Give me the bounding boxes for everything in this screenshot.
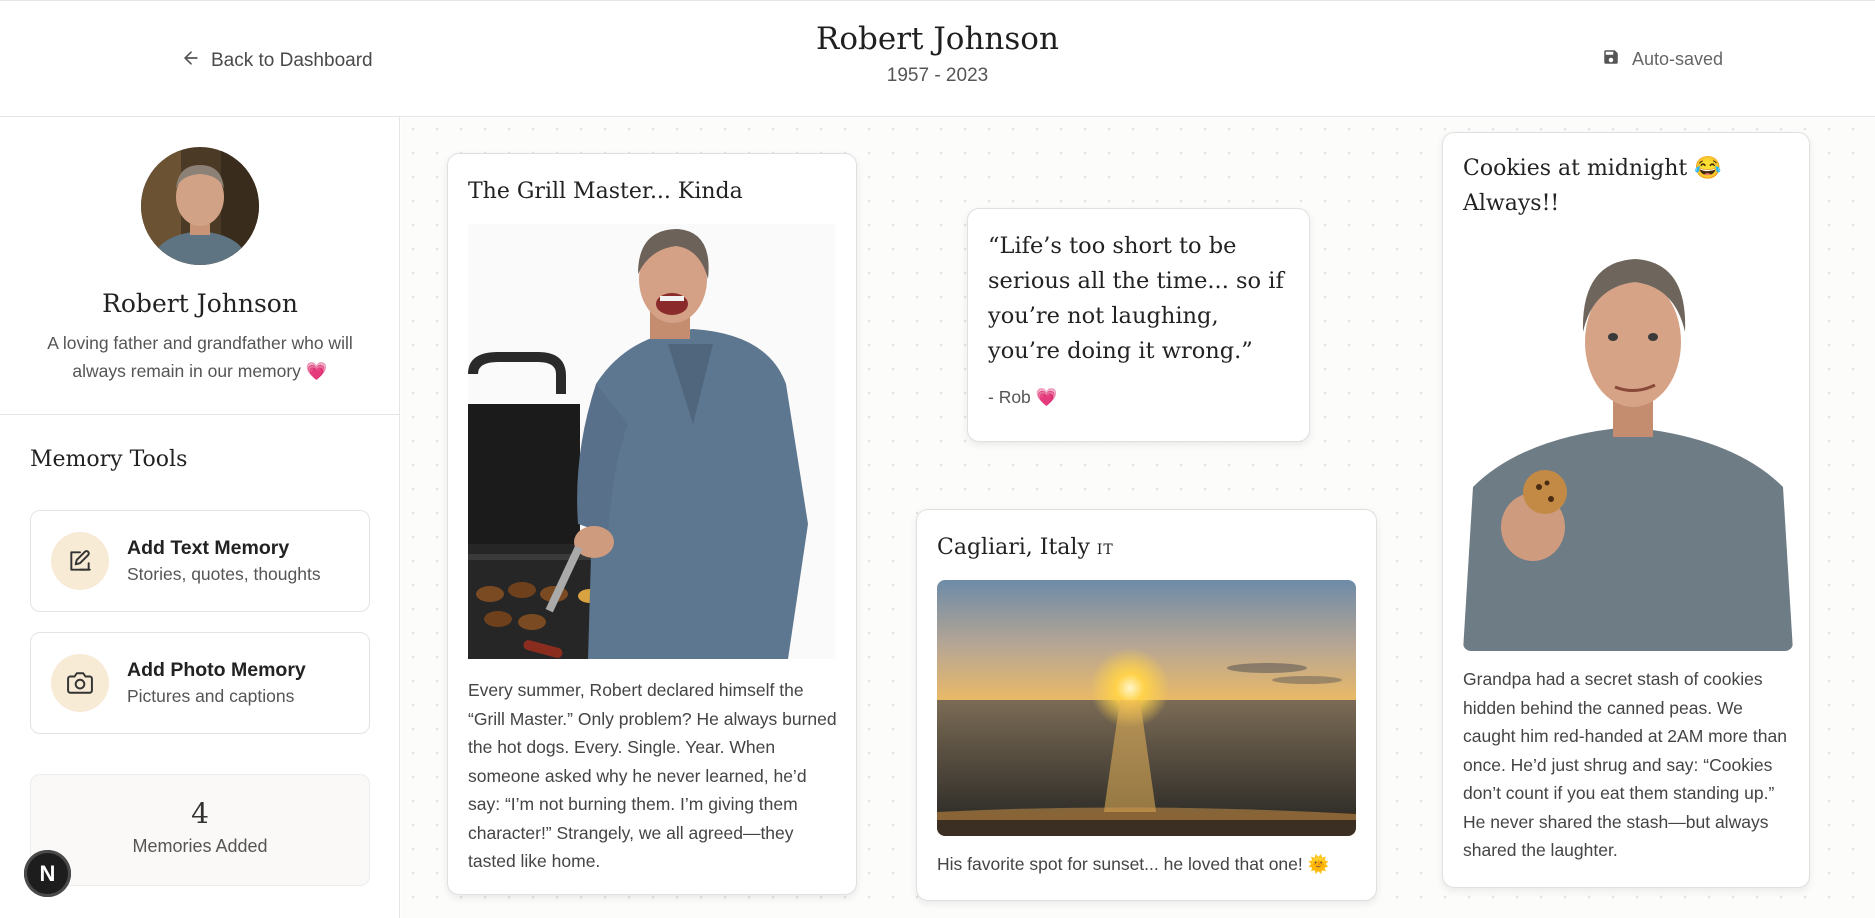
memory-title: The Grill Master... Kinda [468,179,743,204]
italy-flag-icon: IT [1096,542,1114,558]
tool-subtitle: Stories, quotes, thoughts [127,564,321,584]
memory-card-italy[interactable]: Cagliari, Italy IT His favorite spot for… [916,509,1377,901]
memories-count: 4 [191,797,209,830]
memory-text: Every summer, Robert declared himself th… [468,680,837,871]
arrow-left-icon [181,48,201,74]
memories-count-label: Memories Added [132,836,268,856]
top-header: Back to Dashboard Robert Johnson 1957 - … [0,0,1875,117]
cookie-photo [1463,237,1793,651]
avatar [141,147,259,265]
tool-title: Add Photo Memory [127,659,306,681]
autosave-status: Auto-saved [1602,48,1723,71]
profile-bio: A loving father and grandfather who will… [47,333,353,381]
memory-text: Grandpa had a secret stash of cookies hi… [1463,669,1787,860]
memory-canvas: The Grill Master... Kinda Every summer, … [401,117,1875,918]
heart-icon: 💗 [305,361,328,381]
heart-icon: 💗 [1035,387,1058,407]
memories-count-card: 4 Memories Added [30,774,370,886]
add-photo-memory-button[interactable]: Add Photo Memory Pictures and captions [30,632,370,734]
profile-section: Robert Johnson A loving father and grand… [0,117,399,415]
quote-text: “Life’s too short to be serious all the … [988,233,1284,364]
autosave-label: Auto-saved [1632,49,1724,69]
add-text-memory-button[interactable]: Add Text Memory Stories, quotes, thought… [30,510,370,612]
edit-icon [51,532,109,590]
memory-card-quote[interactable]: “Life’s too short to be serious all the … [967,208,1310,442]
next-logo-badge[interactable]: N [24,850,71,897]
quote-author: - Rob 💗 [988,387,1058,407]
save-icon [1602,48,1620,71]
sidebar: Robert Johnson A loving father and grand… [0,117,400,918]
tool-title: Add Text Memory [127,537,290,559]
laughing-emoji-icon: 😂 [1694,156,1722,181]
sun-icon: 🌞 [1307,854,1330,874]
profile-name: Robert Johnson [102,289,298,318]
grill-photo [468,224,835,659]
camera-icon [51,654,109,712]
back-link-label: Back to Dashboard [211,50,373,71]
memory-title: Cagliari, Italy IT [937,535,1114,560]
tool-subtitle: Pictures and captions [127,686,295,706]
memory-caption: His favorite spot for sunset... he loved… [937,854,1330,874]
memory-card-cookies[interactable]: Cookies at midnight 😂 Always!! Grandpa ha… [1442,132,1810,888]
memory-tools-title: Memory Tools [30,447,188,472]
back-to-dashboard-link[interactable]: Back to Dashboard [181,48,373,74]
memory-title: Cookies at midnight 😂 Always!! [1463,156,1722,216]
sunset-photo [937,580,1356,836]
memory-card-grill[interactable]: The Grill Master... Kinda Every summer, … [447,153,857,895]
